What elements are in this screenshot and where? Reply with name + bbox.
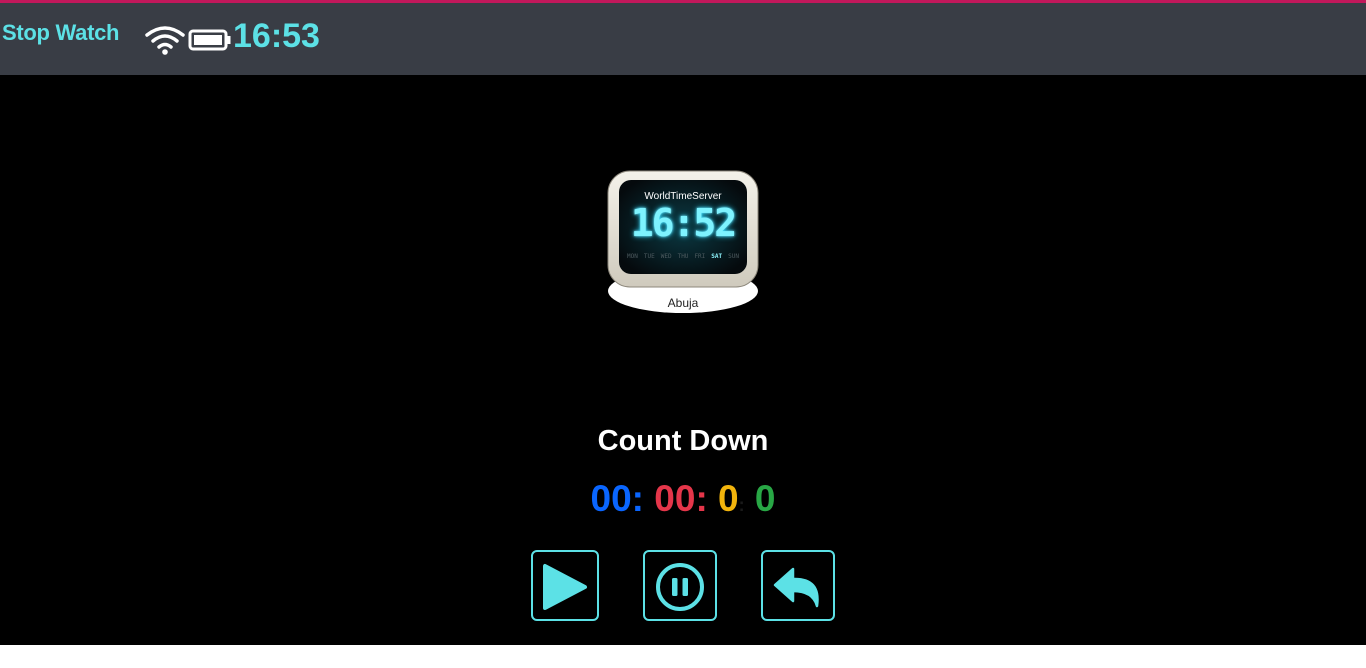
day-label: THU [677,253,689,260]
timer-hours: 00 [590,478,632,519]
play-icon [543,564,587,610]
countdown-title: Count Down [597,425,769,457]
world-clock-widget[interactable]: WorldTimeServer 16:52 MON TUE WED THU FR… [603,168,763,318]
timer-separator: : [631,478,644,519]
timer-separator: : [738,495,745,515]
day-label-active: SAT [711,253,723,260]
battery-icon [188,29,231,51]
timer-minutes: 00 [654,478,696,519]
widget-city: Abuja [667,296,699,310]
day-label: FRI [694,253,706,260]
main-area: WorldTimeServer 16:52 MON TUE WED THU FR… [0,75,1366,645]
day-label: SUN [728,253,739,260]
day-label: MON [627,253,638,260]
app-title: Stop Watch [2,20,120,45]
widget-time: 16:52 [630,201,737,245]
status-time: 16:53 [233,17,320,55]
timer-separator: : [695,478,708,519]
top-bar: Stop Watch 16:53 [0,3,1366,75]
day-label: WED [660,253,672,260]
play-button[interactable] [531,550,599,621]
pause-icon [656,563,704,611]
pause-button[interactable] [643,550,717,621]
reset-icon [773,567,819,608]
wifi-icon [145,26,185,55]
bottom-strip [0,645,1366,668]
widget-days: MON TUE WED THU FRI SAT SUN [627,253,739,260]
day-label: TUE [643,253,655,260]
timer-seconds: 0 [718,478,739,519]
reset-button[interactable] [761,550,835,621]
timer-milliseconds: 0 [754,478,776,519]
countdown-display: 00: 00: 0: 0 [0,478,1366,520]
